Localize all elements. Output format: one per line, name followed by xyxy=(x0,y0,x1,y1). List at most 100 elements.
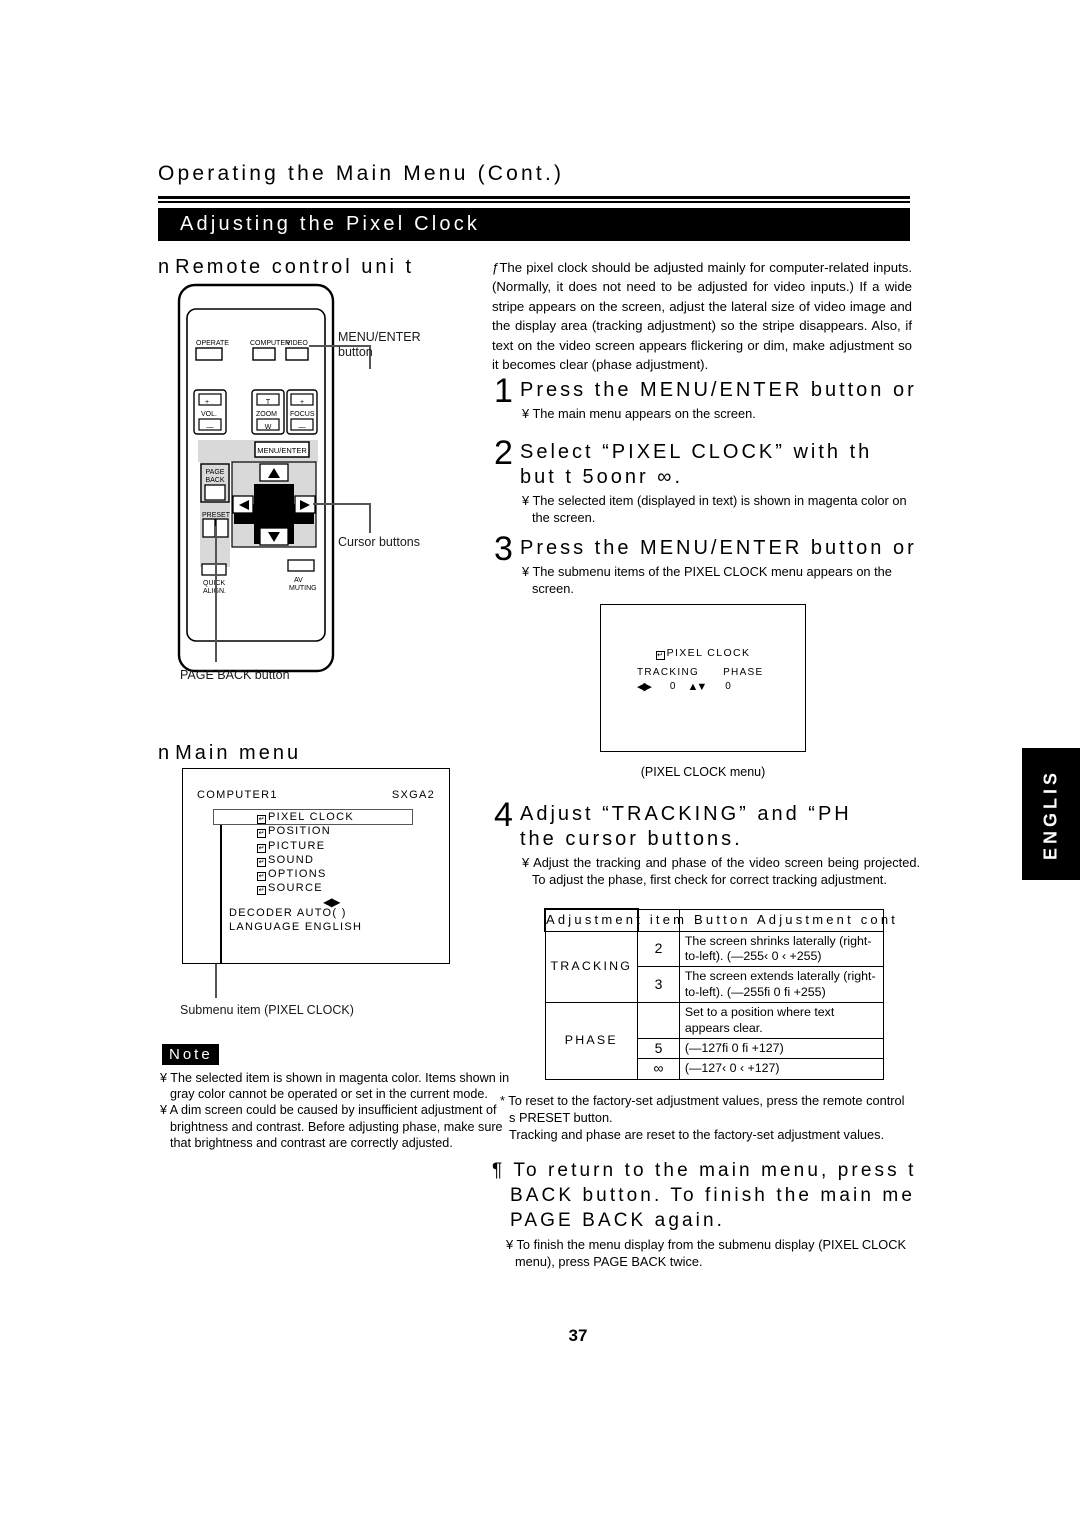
enter-icon xyxy=(655,651,665,660)
final-step-block: ¶ To return to the main menu, press t BA… xyxy=(492,1158,1012,1270)
phase-value: 0 xyxy=(725,681,731,692)
cell-adjustment-item: TRACKING xyxy=(544,930,639,1004)
step-number: 1 xyxy=(494,372,513,410)
note-label-badge: Note xyxy=(162,1044,219,1065)
left-right-arrow-icon: ◀▶ xyxy=(637,681,652,693)
adjustment-table: TRACKING 2 The screen shrinks laterally … xyxy=(544,908,885,1080)
osd-menu-item-list: PIXEL CLOCK POSITION PICTURE SOUND OPTIO… xyxy=(257,810,354,896)
step-2: 2 Select “PIXEL CLOCK” with th but t 5oo… xyxy=(494,436,922,526)
document-page: Operating the Main Menu (Cont.) Adjustin… xyxy=(0,0,1080,1528)
phase-label: PHASE xyxy=(723,667,764,678)
cell-adjustment-item: PHASE xyxy=(544,1002,639,1080)
enter-icon xyxy=(257,843,266,853)
enter-icon xyxy=(257,815,266,824)
language-side-tab: ENGLIS xyxy=(1022,748,1080,880)
osd-mode-label: SXGA2 xyxy=(391,789,435,801)
step-number: 4 xyxy=(494,796,513,834)
cell-description: The screen shrinks laterally (right-to-l… xyxy=(678,930,885,968)
final-step-detail: ¥ To finish the menu display from the su… xyxy=(506,1237,906,1269)
cell-description: Set to a position where text appears cle… xyxy=(678,1002,885,1039)
step-detail: ¥ Adjust the tracking and phase of the v… xyxy=(522,855,920,887)
svg-text:OPERATE: OPERATE xyxy=(196,340,229,347)
callout-menu-enter-button: MENU/ENTER button xyxy=(338,330,421,359)
remote-control-illustration: OPERATE COMPUTER VIDEO + VOL. — T ZOOM W… xyxy=(176,282,336,673)
callout-cursor-buttons: Cursor buttons xyxy=(338,535,420,549)
tracking-value-cell: ◀▶ 0 xyxy=(637,680,675,693)
running-head: Operating the Main Menu (Cont.) xyxy=(158,162,565,185)
tracking-label: TRACKING xyxy=(637,667,700,678)
intro-paragraph: ƒThe pixel clock should be adjusted main… xyxy=(492,260,912,373)
header-cell-button xyxy=(637,908,680,932)
table-row: TRACKING 2 The screen shrinks laterally … xyxy=(544,930,885,1004)
svg-text:PAGE: PAGE xyxy=(206,469,225,476)
leader-line-cursor-v xyxy=(369,503,371,533)
svg-text:MENU/ENTER: MENU/ENTER xyxy=(257,446,307,455)
table-row: PHASE Set to a position where text appea… xyxy=(544,1002,885,1080)
osd-decoder-row: DECODER AUTO( ) xyxy=(229,907,347,919)
osd-menu-item: OPTIONS xyxy=(257,867,354,882)
note-line: ¥ A dim screen could be caused by insuff… xyxy=(160,1103,503,1150)
osd-menu-item-label: PICTURE xyxy=(268,839,326,852)
leader-line-pageback xyxy=(215,526,217,662)
enter-icon xyxy=(257,872,266,882)
osd-pixel-clock-menu: PIXEL CLOCK TRACKING PHASE ◀▶ 0 ▲▼ 0 xyxy=(600,604,806,752)
subheading-remote-label: Remote control uni t xyxy=(175,256,415,278)
footnote-block: * To reset to the factory-set adjustment… xyxy=(500,1092,910,1143)
step-number: 3 xyxy=(494,530,513,568)
step-title: Select “PIXEL CLOCK” with th xyxy=(520,441,873,463)
osd-main-header: COMPUTER1 SXGA2 xyxy=(197,789,435,801)
square-bullet-icon: n xyxy=(158,742,176,764)
step-1: 1 Press the MENU/ENTER button or ¥ The m… xyxy=(494,374,922,422)
osd-menu-item-label: SOUND xyxy=(268,853,315,866)
subheading-mainmenu-label: Main menu xyxy=(175,742,302,764)
osd-pixel-clock-caption: (PIXEL CLOCK menu) xyxy=(640,765,766,779)
osd-footer-settings: DECODER AUTO( ) LANGUAGE ENGLISH xyxy=(229,907,362,934)
note-line: ¥ The selected item is shown in magenta … xyxy=(160,1071,510,1102)
step-title-line2: but t 5oonr ∞. xyxy=(520,466,683,488)
osd-pixel-clock-values: ◀▶ 0 ▲▼ 0 xyxy=(637,680,787,694)
osd-pixel-clock-title: PIXEL CLOCK xyxy=(601,647,805,660)
cell-button: 5 xyxy=(637,1037,680,1060)
cell-button: ∞ xyxy=(637,1058,680,1080)
osd-menu-item: SOUND xyxy=(257,853,354,867)
note-body: ¥ The selected item is shown in magenta … xyxy=(160,1070,512,1151)
cell-button xyxy=(637,1002,680,1039)
step-title: Press the MENU/ENTER button or xyxy=(520,537,917,559)
svg-text:—: — xyxy=(299,424,306,431)
svg-text:BACK: BACK xyxy=(205,477,224,484)
enter-icon xyxy=(257,886,266,896)
osd-main-menu: COMPUTER1 SXGA2 PIXEL CLOCK POSITION PIC… xyxy=(182,768,450,964)
step-title-line2: the cursor buttons. xyxy=(520,828,743,850)
page-number: 37 xyxy=(0,1326,1080,1346)
step-number: 2 xyxy=(494,434,513,472)
osd-menu-item-label: OPTIONS xyxy=(268,868,327,881)
svg-text:ZOOM: ZOOM xyxy=(256,411,277,418)
osd-menu-item: POSITION xyxy=(257,824,354,839)
osd-menu-item: PICTURE xyxy=(257,839,354,853)
svg-text:—: — xyxy=(207,424,214,431)
svg-text:+: + xyxy=(300,399,304,406)
header-cell-item xyxy=(544,908,639,932)
remote-control-svg: OPERATE COMPUTER VIDEO + VOL. — T ZOOM W… xyxy=(177,283,335,673)
callout-submenu-item: Submenu item (PIXEL CLOCK) xyxy=(180,1003,354,1017)
phase-value-cell: ▲▼ 0 xyxy=(687,680,730,693)
page-number-value: 37 xyxy=(568,1326,588,1345)
section-title-bar: Adjusting the Pixel Clock xyxy=(158,208,910,241)
cell-button: 3 xyxy=(637,966,680,1004)
final-step-title: ¶ To return to the main menu, press t BA… xyxy=(492,1160,917,1231)
step-detail: ¥ The main menu appears on the screen. xyxy=(522,406,756,421)
tracking-value: 0 xyxy=(669,681,676,692)
osd-menu-item-label: SOURCE xyxy=(268,882,323,895)
footnote-line: Tracking and phase are reset to the fact… xyxy=(509,1127,885,1142)
square-bullet-icon: n xyxy=(158,256,176,278)
osd-source-label: COMPUTER1 xyxy=(197,789,278,801)
subheading-remote-control: nRemote control uni t xyxy=(158,256,414,279)
footnote-line: * To reset to the factory-set adjustment… xyxy=(500,1093,905,1125)
osd-pixel-clock-labels: TRACKING PHASE xyxy=(637,667,777,678)
cell-description: The screen extends laterally (right-to-l… xyxy=(678,966,885,1004)
osd-pixel-clock-title-label: PIXEL CLOCK xyxy=(666,647,751,659)
header-rule xyxy=(158,196,910,203)
header-cell-content xyxy=(678,908,885,932)
callout-page-back-button: PAGE BACK button xyxy=(180,668,290,682)
svg-text:FOCUS: FOCUS xyxy=(290,411,315,418)
